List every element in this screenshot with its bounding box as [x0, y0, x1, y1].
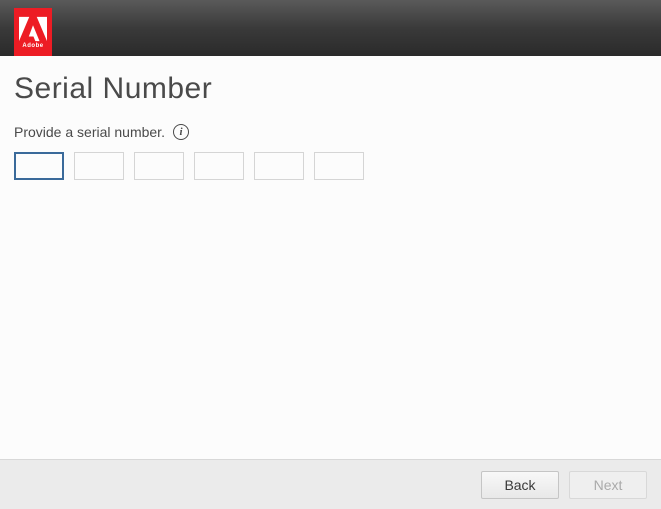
next-button[interactable]: Next [569, 471, 647, 499]
header-bar: Adobe [0, 0, 661, 56]
serial-input-group [14, 152, 647, 180]
info-icon[interactable] [173, 124, 189, 140]
serial-field-3[interactable] [134, 152, 184, 180]
serial-field-1[interactable] [14, 152, 64, 180]
main-content: Serial Number Provide a serial number. [0, 56, 661, 180]
page-title: Serial Number [14, 72, 647, 106]
prompt-text: Provide a serial number. [14, 124, 165, 140]
adobe-logo: Adobe [14, 8, 52, 56]
back-button[interactable]: Back [481, 471, 559, 499]
footer-bar: Back Next [0, 459, 661, 509]
serial-field-4[interactable] [194, 152, 244, 180]
adobe-logo-text: Adobe [22, 43, 43, 49]
serial-field-5[interactable] [254, 152, 304, 180]
adobe-a-icon [19, 16, 47, 42]
serial-field-2[interactable] [74, 152, 124, 180]
prompt-row: Provide a serial number. [14, 124, 647, 140]
serial-field-6[interactable] [314, 152, 364, 180]
